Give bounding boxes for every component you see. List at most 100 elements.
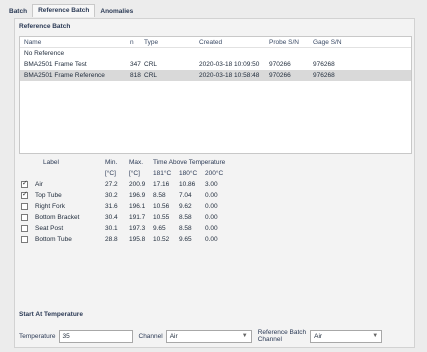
- col-time-above-header: Time Above Temperature: [153, 159, 226, 166]
- batch-probe-sn: 970266: [269, 72, 291, 79]
- channel-min: 30.1: [105, 225, 118, 232]
- unit-t2: 180°C: [179, 170, 198, 177]
- channel-max: 191.7: [129, 214, 146, 221]
- channel-label: Top Tube: [35, 192, 62, 199]
- start-controls-row: Temperature 35 Channel Air ▼ Reference B…: [19, 329, 412, 343]
- col-n-header[interactable]: n: [130, 37, 144, 47]
- temperature-input[interactable]: 35: [58, 329, 133, 343]
- channel-t3: 0.00: [205, 236, 218, 243]
- tab-strip: Batch Reference Batch Anomalies: [4, 4, 138, 17]
- channel-checkbox[interactable]: [21, 179, 28, 188]
- batch-row[interactable]: BMA2501 Frame Test 347 CRL 2020-03-18 10…: [20, 59, 411, 70]
- col-max-header: Max.: [129, 159, 144, 166]
- batch-n: 347: [130, 61, 141, 68]
- channel-select[interactable]: Air ▼: [165, 329, 252, 343]
- channel-label: Air: [35, 181, 43, 188]
- channel-min: 30.2: [105, 192, 118, 199]
- channel-select-value: Air: [169, 332, 178, 340]
- reference-batch-channel-select-value: Air: [314, 332, 323, 340]
- temperature-row: Seat Post 30.1 197.3 9.65 8.58 0.00: [19, 223, 412, 234]
- channel-t1: 10.55: [153, 214, 170, 221]
- channel-t2: 9.62: [179, 203, 192, 210]
- batch-created: 2020-03-18 10:58:48: [199, 72, 260, 79]
- batch-name: No Reference: [24, 50, 65, 57]
- channel-t3: 0.00: [205, 225, 218, 232]
- channel-max: 197.3: [129, 225, 146, 232]
- batch-name: BMA2501 Frame Test: [24, 61, 87, 68]
- channel-t3: 3.00: [205, 181, 218, 188]
- reference-batch-channel-select[interactable]: Air ▼: [310, 329, 383, 343]
- batch-type: CRL: [144, 72, 158, 79]
- col-created-header[interactable]: Created: [199, 37, 269, 47]
- col-label-header: Label: [43, 159, 59, 166]
- channel-min: 31.6: [105, 203, 118, 210]
- batch-type: CRL: [144, 61, 158, 68]
- batch-gage-sn: 976268: [313, 61, 335, 68]
- channel-label: Right Fork: [35, 203, 65, 210]
- channel-max: 200.9: [129, 181, 146, 188]
- channel-t1: 17.16: [153, 181, 170, 188]
- channel-label: Seat Post: [35, 225, 64, 232]
- reference-batch-channel-label: Reference Batch Channel: [257, 329, 307, 343]
- channel-checkbox[interactable]: [21, 235, 28, 243]
- temperature-row: Top Tube 30.2 196.9 8.58 7.04 0.00: [19, 190, 412, 201]
- batch-list-header: Name n Type Created Probe S/N Gage S/N: [20, 37, 411, 48]
- col-probe-sn-header[interactable]: Probe S/N: [269, 37, 313, 47]
- reference-batch-pane: Reference Batch Name n Type Created Prob…: [14, 18, 415, 348]
- unit-max: [°C]: [129, 170, 140, 177]
- channel-max: 195.8: [129, 236, 146, 243]
- channel-checkbox[interactable]: [21, 224, 28, 232]
- temperature-label: Temperature: [19, 332, 56, 340]
- channel-checkbox[interactable]: [21, 202, 28, 210]
- chevron-down-icon: ▼: [241, 332, 248, 339]
- channel-t2: 8.58: [179, 225, 192, 232]
- channel-max: 196.1: [129, 203, 146, 210]
- batch-row[interactable]: No Reference: [20, 48, 411, 59]
- reference-batch-heading: Reference Batch: [19, 23, 71, 30]
- batch-name: BMA2501 Frame Reference: [24, 72, 105, 79]
- col-name-header[interactable]: Name: [20, 37, 130, 47]
- batch-row-selected[interactable]: BMA2501 Frame Reference 818 CRL 2020-03-…: [20, 70, 411, 81]
- unit-t1: 181°C: [153, 170, 172, 177]
- channel-label: Bottom Bracket: [35, 214, 80, 221]
- channel-checkbox[interactable]: [21, 213, 28, 221]
- channel-t2: 7.04: [179, 192, 192, 199]
- temperature-table: Label Min. Max. Time Above Temperature […: [19, 157, 412, 245]
- channel-min: 28.8: [105, 236, 118, 243]
- batch-probe-sn: 970266: [269, 61, 291, 68]
- batch-n: 818: [130, 72, 141, 79]
- channel-checkbox[interactable]: [21, 190, 28, 199]
- temperature-row: Bottom Bracket 30.4 191.7 10.55 8.58 0.0…: [19, 212, 412, 223]
- channel-max: 196.9: [129, 192, 146, 199]
- channel-t3: 0.00: [205, 192, 218, 199]
- channel-t2: 8.58: [179, 214, 192, 221]
- channel-t1: 10.56: [153, 203, 170, 210]
- temperature-row: Air 27.2 200.9 17.16 10.86 3.00: [19, 179, 412, 190]
- temperature-table-header: Label Min. Max. Time Above Temperature: [19, 157, 412, 168]
- channel-t3: 0.00: [205, 214, 218, 221]
- channel-label: Channel: [138, 332, 163, 340]
- channel-t1: 10.52: [153, 236, 170, 243]
- unit-min: [°C]: [105, 170, 116, 177]
- temperature-table-units: [°C] [°C] 181°C 180°C 200°C: [19, 168, 412, 179]
- col-type-header[interactable]: Type: [144, 37, 199, 47]
- tab-anomalies[interactable]: Anomalies: [95, 6, 138, 17]
- col-min-header: Min.: [105, 159, 118, 166]
- channel-t3: 0.00: [205, 203, 218, 210]
- reference-batch-list[interactable]: Name n Type Created Probe S/N Gage S/N N…: [19, 36, 412, 154]
- batch-created: 2020-03-18 10:09:50: [199, 61, 260, 68]
- chevron-down-icon: ▼: [372, 332, 379, 339]
- channel-t1: 8.58: [153, 192, 166, 199]
- channel-t2: 9.65: [179, 236, 192, 243]
- temperature-row: Right Fork 31.6 196.1 10.56 9.62 0.00: [19, 201, 412, 212]
- channel-t1: 9.65: [153, 225, 166, 232]
- channel-min: 27.2: [105, 181, 118, 188]
- channel-t2: 10.86: [179, 181, 196, 188]
- batch-gage-sn: 976268: [313, 72, 335, 79]
- temperature-row: Bottom Tube 28.8 195.8 10.52 9.65 0.00: [19, 234, 412, 245]
- channel-min: 30.4: [105, 214, 118, 221]
- tab-reference-batch[interactable]: Reference Batch: [32, 4, 96, 17]
- col-gage-sn-header[interactable]: Gage S/N: [313, 37, 353, 47]
- tab-batch[interactable]: Batch: [4, 6, 32, 17]
- unit-t3: 200°C: [205, 170, 224, 177]
